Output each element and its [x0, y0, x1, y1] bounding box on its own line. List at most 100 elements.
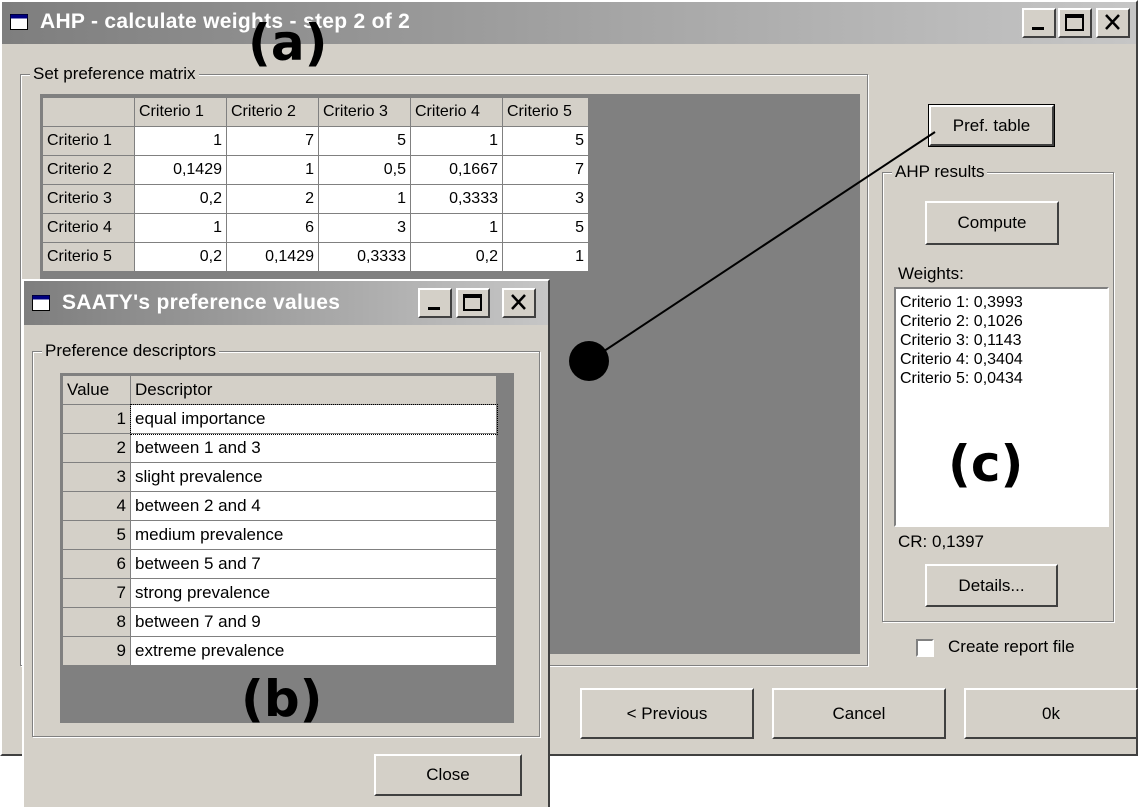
- annotation-b: (b): [241, 670, 323, 728]
- matrix-row: Criterio 5 0,2 0,1429 0,3333 0,2 1: [42, 242, 589, 272]
- matrix-cell[interactable]: 1: [134, 213, 227, 243]
- descriptor-text-cell: strong prevalence: [130, 578, 497, 608]
- matrix-column-header: Criterio 1: [134, 97, 227, 127]
- weight-list-item: Criterio 1: 0,3993: [900, 294, 1023, 311]
- compute-button[interactable]: Compute: [925, 201, 1059, 245]
- matrix-cell[interactable]: 0,1429: [226, 242, 319, 272]
- annotation-a: (a): [248, 14, 328, 72]
- close-icon: [511, 294, 526, 310]
- matrix-column-header: Criterio 3: [318, 97, 411, 127]
- previous-button[interactable]: < Previous: [580, 688, 754, 739]
- weight-list-item: Criterio 3: 0,1143: [900, 332, 1022, 349]
- descriptor-value-cell: 5: [62, 520, 131, 550]
- matrix-row-header: Criterio 3: [42, 184, 135, 214]
- matrix-cell[interactable]: 7: [226, 126, 319, 156]
- matrix-cell[interactable]: 3: [502, 184, 589, 214]
- close-window-button[interactable]: [1096, 8, 1130, 38]
- matrix-row: Criterio 117515: [42, 126, 589, 156]
- matrix-cell[interactable]: 6: [226, 213, 319, 243]
- matrix-corner-cell: [42, 97, 135, 127]
- matrix-column-header: Criterio 4: [410, 97, 503, 127]
- saaty-window-title: SAATY's preference values: [62, 291, 341, 314]
- matrix-cell[interactable]: 1: [134, 126, 227, 156]
- descriptor-row[interactable]: 4 between 2 and 4: [62, 491, 497, 521]
- descriptor-row[interactable]: 6 between 5 and 7: [62, 549, 497, 579]
- main-title-bar[interactable]: AHP - calculate weights - step 2 of 2: [2, 2, 1136, 44]
- matrix-cell[interactable]: 1: [318, 184, 411, 214]
- saaty-minimize-button[interactable]: [418, 288, 452, 318]
- matrix-cell[interactable]: 1: [410, 126, 503, 156]
- maximize-icon: [463, 294, 482, 311]
- cr-value: CR: 0,1397: [898, 532, 984, 551]
- matrix-row-header: Criterio 1: [42, 126, 135, 156]
- matrix-cell[interactable]: 0,1667: [410, 155, 503, 185]
- descriptor-text-cell: medium prevalence: [130, 520, 497, 550]
- maximize-button[interactable]: [1058, 8, 1092, 38]
- minimize-button[interactable]: [1022, 8, 1056, 38]
- matrix-cell[interactable]: 5: [318, 126, 411, 156]
- descriptor-column-header: Value: [62, 375, 131, 405]
- descriptor-row[interactable]: 2 between 1 and 3: [62, 433, 497, 463]
- descriptor-row[interactable]: 9 extreme prevalence: [62, 636, 497, 666]
- descriptor-row[interactable]: 8 between 7 and 9: [62, 607, 497, 637]
- minimize-icon: [1032, 27, 1044, 30]
- annotation-c: (c): [948, 435, 1024, 493]
- matrix-cell[interactable]: 0,3333: [318, 242, 411, 272]
- matrix-cell[interactable]: 5: [502, 213, 589, 243]
- saaty-title-bar[interactable]: SAATY's preference values: [24, 281, 548, 325]
- descriptor-text-cell: equal importance: [129, 403, 498, 435]
- descriptor-column-header: Descriptor: [130, 375, 497, 405]
- matrix-column-header: Criterio 2: [226, 97, 319, 127]
- create-report-checkbox[interactable]: [916, 639, 934, 657]
- matrix-cell[interactable]: 1: [502, 242, 589, 272]
- weight-list-item: Criterio 5: 0,0434: [900, 370, 1023, 387]
- matrix-header-row: Criterio 1 Criterio 2 Criterio 3 Criterio 4…: [42, 97, 589, 127]
- descriptor-row[interactable]: 5 medium prevalence: [62, 520, 497, 550]
- descriptor-value-cell: 4: [62, 491, 131, 521]
- descriptor-text-cell: between 7 and 9: [130, 607, 497, 637]
- saaty-window-icon: [32, 295, 50, 311]
- matrix-row: Criterio 3 0,2 2 1 0,3333 3: [42, 184, 589, 214]
- matrix-row-header: Criterio 5: [42, 242, 135, 272]
- preference-descriptors-group-label: Preference descriptors: [42, 341, 220, 361]
- matrix-cell[interactable]: 0,1429: [134, 155, 227, 185]
- weights-label: Weights:: [898, 264, 964, 283]
- close-button[interactable]: Close: [374, 754, 522, 796]
- descriptor-value-cell: 1: [62, 404, 131, 434]
- matrix-cell[interactable]: 0,2: [410, 242, 503, 272]
- descriptor-text-cell: extreme prevalence: [130, 636, 497, 666]
- descriptor-row[interactable]: 3 slight prevalence: [62, 462, 497, 492]
- create-report-label: Create report file: [948, 637, 1075, 656]
- matrix-row-header: Criterio 4: [42, 213, 135, 243]
- weight-list-item: Criterio 4: 0,3404: [900, 351, 1023, 368]
- matrix-cell[interactable]: 0,2: [134, 184, 227, 214]
- matrix-cell[interactable]: 1: [410, 213, 503, 243]
- descriptor-value-cell: 6: [62, 549, 131, 579]
- matrix-cell[interactable]: 5: [502, 126, 589, 156]
- main-window-title: AHP - calculate weights - step 2 of 2: [40, 10, 411, 33]
- matrix-cell[interactable]: 0,5: [318, 155, 411, 185]
- cancel-button[interactable]: Cancel: [772, 688, 946, 739]
- app-window-icon: [10, 14, 28, 30]
- descriptor-row[interactable]: 7 strong prevalence: [62, 578, 497, 608]
- descriptor-value-cell: 7: [62, 578, 131, 608]
- descriptor-row[interactable]: 1 equal importance: [62, 403, 498, 435]
- saaty-maximize-button[interactable]: [456, 288, 490, 318]
- matrix-cell[interactable]: 3: [318, 213, 411, 243]
- ahp-results-group-label: AHP results: [892, 162, 988, 182]
- descriptor-value-cell: 3: [62, 462, 131, 492]
- matrix-cell[interactable]: 2: [226, 184, 319, 214]
- ok-button[interactable]: 0k: [964, 688, 1138, 739]
- descriptor-header-row: Value Descriptor: [62, 375, 497, 405]
- descriptor-table: Value Descriptor 1 equal importance 2 between…: [62, 375, 498, 666]
- pref-table-button[interactable]: Pref. table: [928, 104, 1055, 147]
- matrix-cell[interactable]: 1: [226, 155, 319, 185]
- descriptor-value-cell: 2: [62, 433, 131, 463]
- details-button[interactable]: Details...: [925, 564, 1058, 607]
- saaty-close-button[interactable]: [502, 288, 536, 318]
- matrix-cell[interactable]: 0,2: [134, 242, 227, 272]
- matrix-column-header: Criterio 5: [502, 97, 589, 127]
- matrix-cell[interactable]: 7: [502, 155, 589, 185]
- maximize-icon: [1065, 14, 1084, 31]
- matrix-cell[interactable]: 0,3333: [410, 184, 503, 214]
